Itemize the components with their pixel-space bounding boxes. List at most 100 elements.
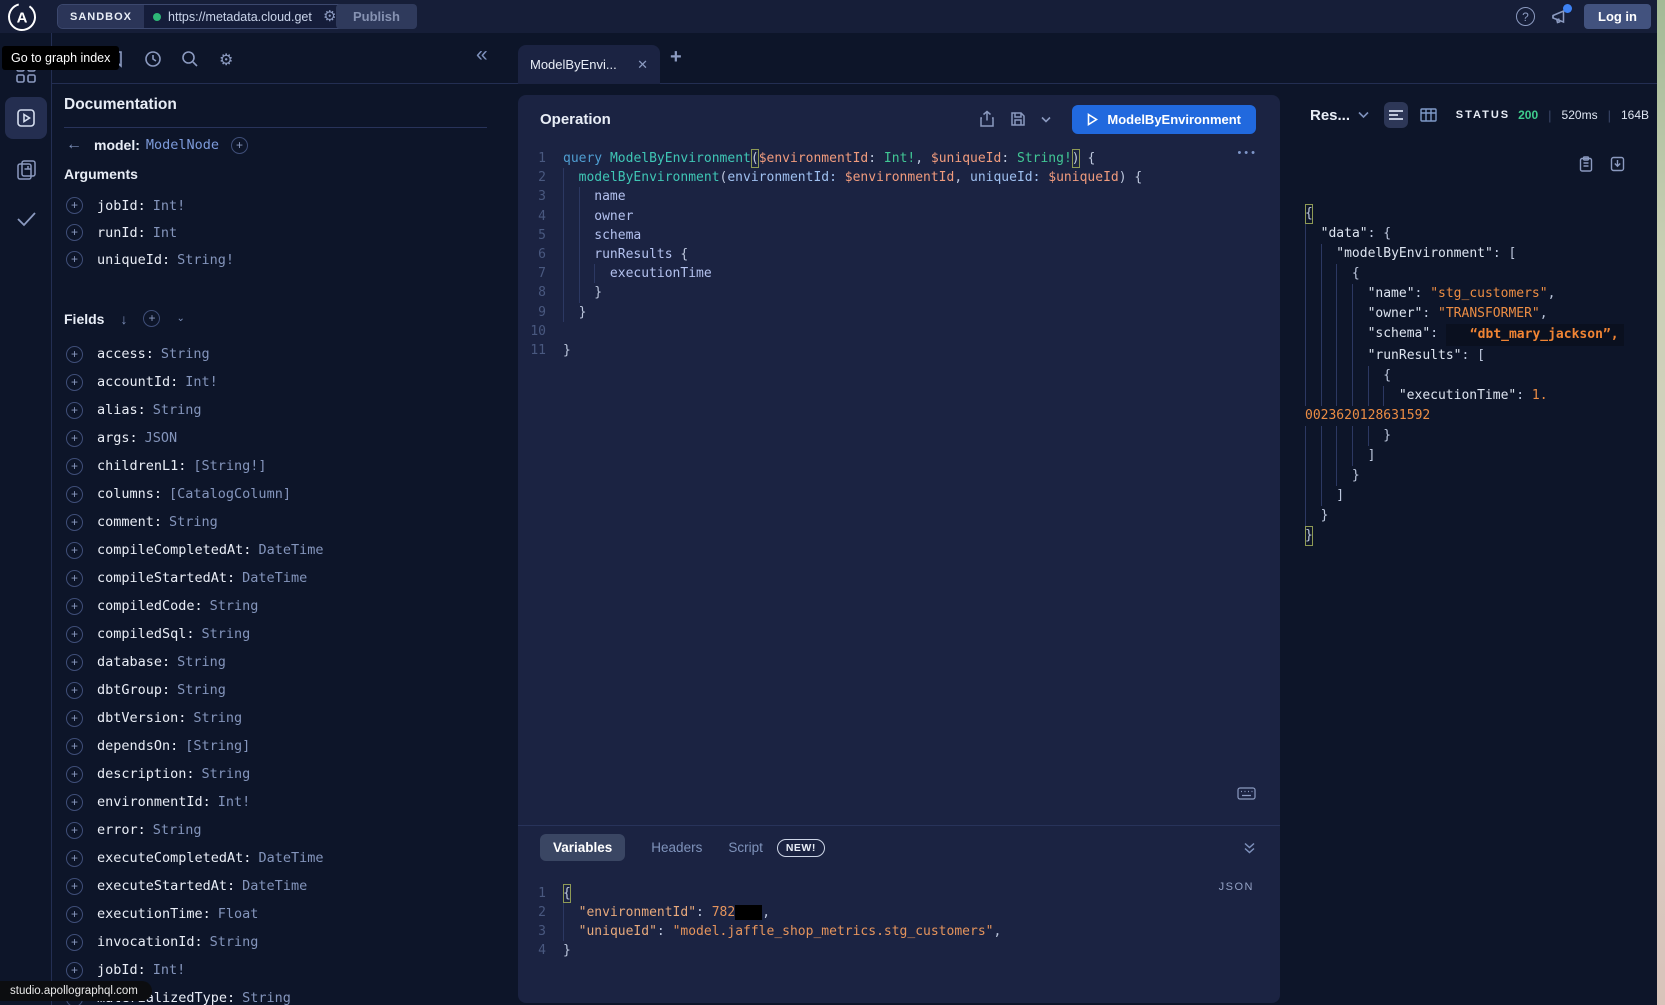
explorer-nav-active[interactable] (5, 97, 47, 139)
field-type[interactable]: String (169, 514, 218, 530)
apollo-logo[interactable]: A (7, 2, 37, 32)
add-field-icon[interactable]: + (66, 486, 83, 503)
code-line[interactable]: 3name (518, 187, 1280, 206)
code-line[interactable]: 0023620128631592 (1305, 406, 1649, 426)
editor-menu-icon[interactable]: ••• (1237, 147, 1258, 159)
schema-field-row[interactable]: +args:JSON (66, 424, 518, 452)
save-operation-icon[interactable] (1010, 111, 1026, 127)
table-view-toggle[interactable] (1420, 108, 1437, 122)
share-operation-icon[interactable] (979, 110, 995, 128)
code-line[interactable]: 4owner (518, 207, 1280, 226)
code-line[interactable]: 10 (518, 322, 1280, 341)
code-line[interactable]: } (1305, 506, 1649, 526)
field-type[interactable]: [CatalogColumn] (169, 486, 291, 502)
save-options-chevron-icon[interactable] (1041, 116, 1051, 123)
field-type[interactable]: Float (218, 906, 259, 922)
field-type[interactable]: String (242, 990, 291, 1005)
field-type[interactable]: String (177, 654, 226, 670)
schema-field-row[interactable]: +childrenL1:[String!] (66, 452, 518, 480)
schema-field-row[interactable]: +compiledCode:String (66, 592, 518, 620)
schema-field-row[interactable]: +invocationId:String (66, 928, 518, 956)
schema-field-row[interactable]: +compileCompletedAt:DateTime (66, 536, 518, 564)
add-field-icon[interactable]: + (66, 934, 83, 951)
code-line[interactable]: "data": { (1305, 224, 1649, 244)
copy-response-icon[interactable] (1579, 156, 1593, 172)
add-field-icon[interactable]: + (66, 766, 83, 783)
code-line[interactable]: 2modelByEnvironment(environmentId: $envi… (518, 168, 1280, 187)
add-field-icon[interactable]: + (66, 850, 83, 867)
tab-variables[interactable]: Variables (540, 834, 625, 861)
add-field-icon[interactable]: + (66, 906, 83, 923)
add-field-icon[interactable]: + (66, 598, 83, 615)
endpoint-url-field[interactable]: https://metadata.cloud.get ⚙ (144, 5, 350, 28)
field-type[interactable]: Int (153, 225, 177, 241)
field-type[interactable]: String (202, 766, 251, 782)
help-icon[interactable]: ? (1516, 7, 1535, 26)
endpoint-settings-icon[interactable]: ⚙ (323, 9, 336, 24)
schema-field-row[interactable]: +alias:String (66, 396, 518, 424)
back-arrow-icon[interactable]: ← (66, 136, 82, 154)
field-type[interactable]: String (177, 682, 226, 698)
schema-field-row[interactable]: +compiledSql:String (66, 620, 518, 648)
collapse-panel-icon[interactable]: « (476, 43, 488, 67)
json-view-toggle-active[interactable] (1384, 102, 1408, 128)
add-field-icon[interactable]: + (66, 251, 83, 268)
field-type[interactable]: String (210, 934, 259, 950)
field-type[interactable]: [String!] (193, 458, 266, 474)
field-type[interactable]: Int! (185, 374, 218, 390)
field-type[interactable]: String (193, 710, 242, 726)
add-field-icon[interactable]: + (66, 626, 83, 643)
add-field-icon[interactable]: + (66, 346, 83, 363)
schema-field-row[interactable]: +executionTime:Float (66, 900, 518, 928)
response-viewer[interactable]: {"data": {"modelByEnvironment": [{"name"… (1288, 128, 1649, 546)
code-line[interactable]: "runResults": [ (1305, 346, 1649, 366)
code-line[interactable]: 1{ (518, 884, 1280, 903)
field-type[interactable]: DateTime (242, 878, 307, 894)
code-line[interactable]: 4} (518, 941, 1280, 960)
add-field-icon[interactable]: + (66, 402, 83, 419)
login-button[interactable]: Log in (1584, 4, 1651, 29)
code-line[interactable]: ] (1305, 486, 1649, 506)
code-line[interactable]: 8} (518, 283, 1280, 302)
code-line[interactable]: 7executionTime (518, 264, 1280, 283)
field-type[interactable]: [String] (185, 738, 250, 754)
add-field-icon[interactable]: + (66, 430, 83, 447)
tab-script[interactable]: Script (728, 840, 763, 855)
keyboard-shortcuts-icon[interactable] (1237, 787, 1256, 800)
response-dropdown-chevron-icon[interactable] (1358, 111, 1369, 119)
schema-field-row[interactable]: +error:String (66, 816, 518, 844)
new-tab-icon[interactable]: + (670, 46, 682, 69)
variables-editor[interactable]: 1{2"environmentId": 782,3"uniqueId": "mo… (518, 884, 1280, 960)
schema-field-row[interactable]: +columns:[CatalogColumn] (66, 480, 518, 508)
checks-icon[interactable] (15, 210, 38, 228)
schema-field-row[interactable]: +runId:Int (66, 219, 518, 246)
add-field-icon[interactable]: + (66, 962, 83, 979)
type-link[interactable]: ModelNode (146, 137, 219, 153)
add-fields-icon[interactable]: + (143, 310, 160, 327)
code-line[interactable]: } (1305, 526, 1649, 546)
add-field-icon[interactable]: + (66, 514, 83, 531)
schema-field-row[interactable]: +jobId:Int! (66, 192, 518, 219)
add-field-icon[interactable]: + (66, 878, 83, 895)
schema-field-row[interactable]: +access:String (66, 340, 518, 368)
schema-field-row[interactable]: +database:String (66, 648, 518, 676)
settings-icon[interactable]: ⚙ (219, 50, 233, 70)
code-line[interactable]: 9} (518, 303, 1280, 322)
code-line[interactable]: { (1305, 366, 1649, 386)
field-type[interactable]: DateTime (258, 542, 323, 558)
add-field-icon[interactable]: + (66, 458, 83, 475)
code-line[interactable]: } (1305, 466, 1649, 486)
schema-field-row[interactable]: +dbtVersion:String (66, 704, 518, 732)
schema-field-row[interactable]: +jobId:Int! (66, 956, 518, 984)
code-line[interactable]: { (1305, 204, 1649, 224)
code-line[interactable]: "schema": “dbt_mary_jackson”, (1305, 324, 1649, 346)
field-type[interactable]: DateTime (258, 850, 323, 866)
schema-field-row[interactable]: +dbtGroup:String (66, 676, 518, 704)
code-line[interactable]: 1query ModelByEnvironment($environmentId… (518, 149, 1280, 168)
code-line[interactable]: { (1305, 264, 1649, 284)
schema-field-row[interactable]: +executeStartedAt:DateTime (66, 872, 518, 900)
code-line[interactable]: 11} (518, 341, 1280, 360)
code-line[interactable]: "owner": "TRANSFORMER", (1305, 304, 1649, 324)
tab-headers[interactable]: Headers (651, 840, 702, 855)
field-type[interactable]: Int! (218, 794, 251, 810)
